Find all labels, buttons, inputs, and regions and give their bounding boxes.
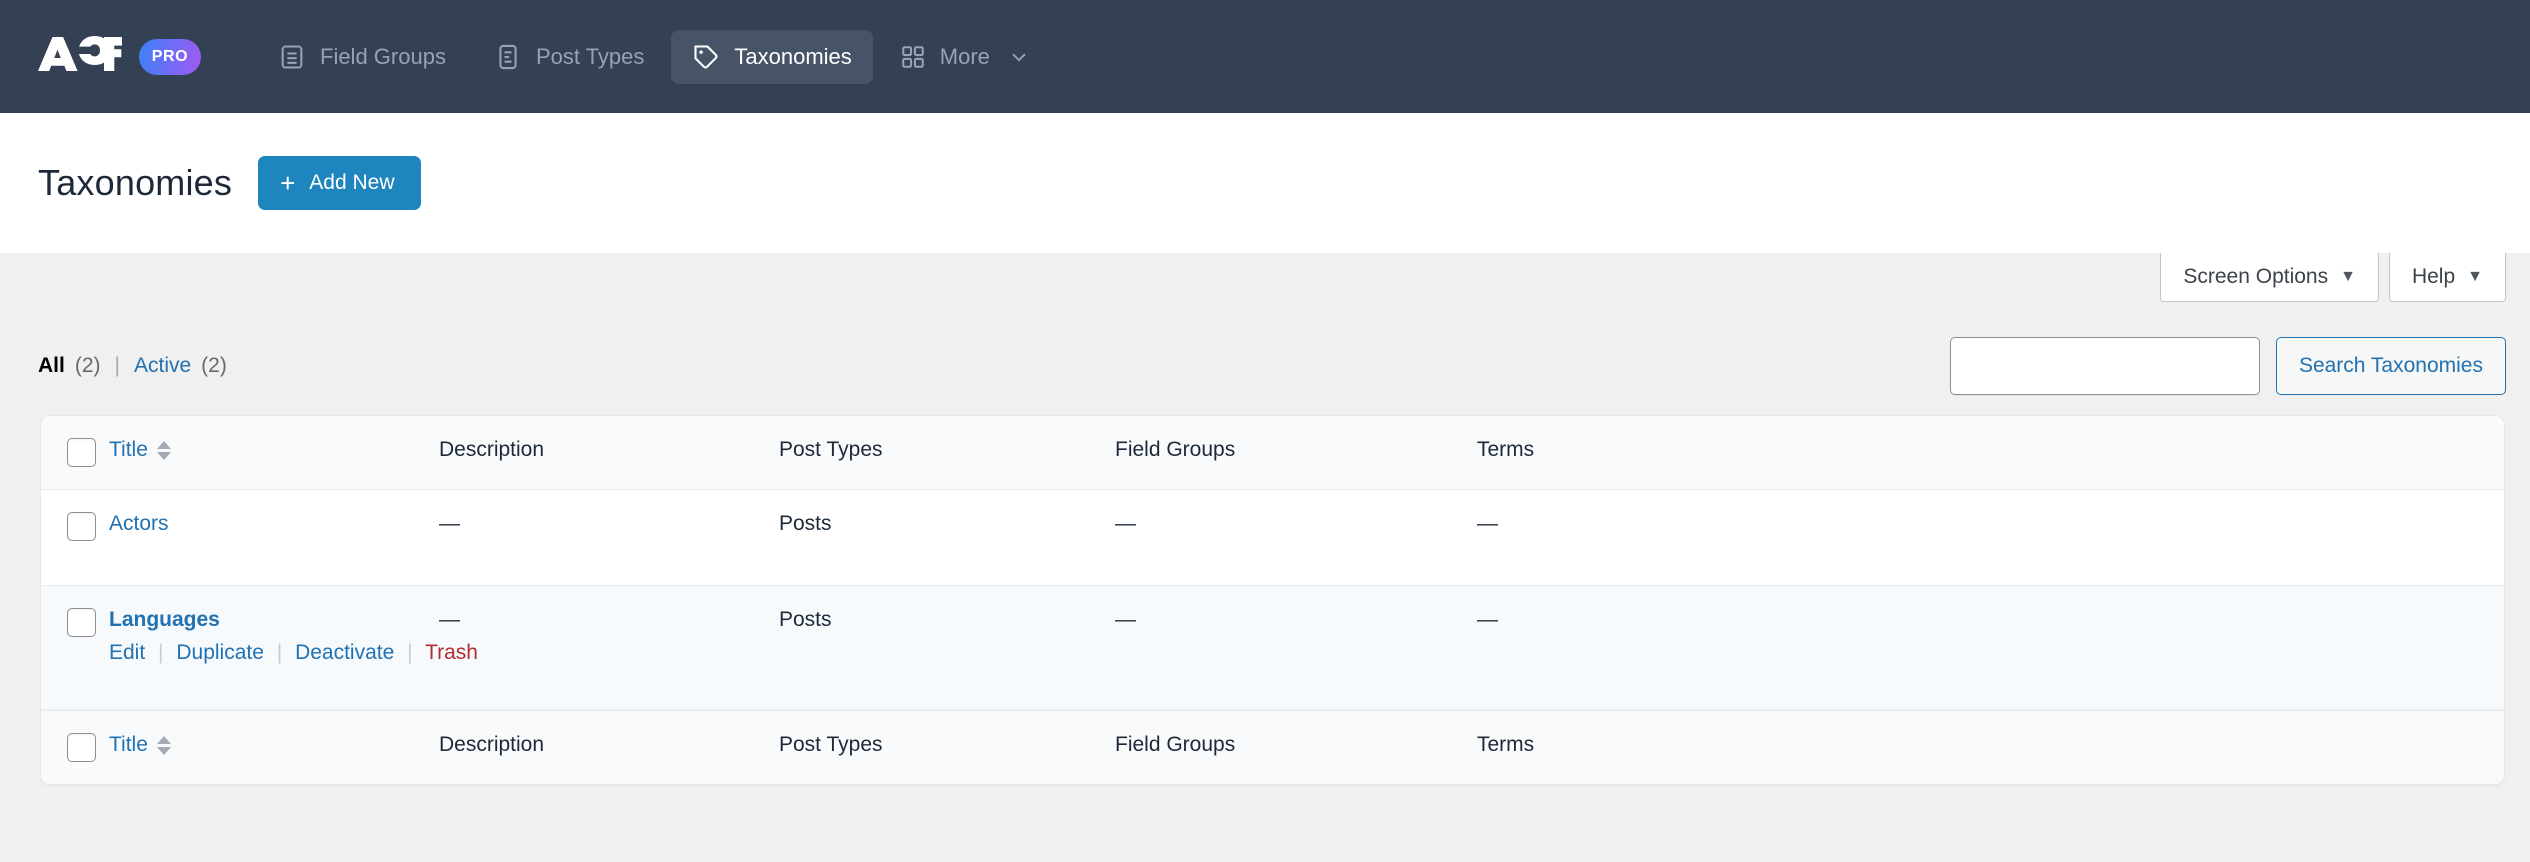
action-separator: | bbox=[407, 641, 413, 664]
filter-active-count: (2) bbox=[201, 354, 227, 377]
column-footer-description: Description bbox=[439, 710, 779, 784]
column-footer-field-groups: Field Groups bbox=[1115, 710, 1477, 784]
search-box: Search Taxonomies bbox=[1949, 337, 2506, 395]
taxonomies-admin-page: PRO Field Groups Post Types Taxonomies M… bbox=[0, 0, 2530, 862]
table-footer-row: Title Description Post Types Field Group… bbox=[41, 710, 2504, 784]
action-separator: | bbox=[158, 641, 164, 664]
sort-title-link-footer[interactable]: Title bbox=[109, 733, 171, 757]
row-description-cell: — bbox=[439, 490, 779, 586]
row-title-cell: Languages Edit | Duplicate | Deactivate … bbox=[109, 586, 478, 710]
nav-item-label: Post Types bbox=[535, 43, 645, 69]
plus-icon: + bbox=[280, 168, 296, 198]
column-label: Title bbox=[109, 733, 148, 756]
grid-icon bbox=[900, 44, 926, 70]
help-button[interactable]: Help ▼ bbox=[2388, 253, 2506, 302]
select-all-checkbox[interactable] bbox=[67, 438, 96, 467]
nav-item-label: More bbox=[939, 43, 990, 69]
column-header-title[interactable]: Title bbox=[109, 416, 439, 490]
status-filter-links: All (2) | Active (2) bbox=[38, 354, 227, 378]
action-separator: | bbox=[276, 641, 283, 664]
acf-logo-icon[interactable] bbox=[38, 36, 122, 77]
chevron-down-icon bbox=[1008, 46, 1030, 68]
column-header-post-types: Post Types bbox=[779, 416, 1115, 490]
row-checkbox[interactable] bbox=[67, 512, 96, 541]
row-terms-cell: — bbox=[1477, 586, 2504, 710]
column-footer-terms: Terms bbox=[1477, 710, 2504, 784]
taxonomy-title-link[interactable]: Languages bbox=[109, 608, 220, 631]
filter-active[interactable]: Active bbox=[134, 354, 191, 378]
column-label: Title bbox=[109, 438, 148, 461]
sort-title-link[interactable]: Title bbox=[109, 438, 171, 462]
filter-separator: | bbox=[114, 354, 120, 377]
column-footer-post-types: Post Types bbox=[779, 710, 1115, 784]
taxonomies-table: Title Description Post Types Field Group… bbox=[40, 415, 2505, 785]
nav-item-field-groups[interactable]: Field Groups bbox=[257, 30, 467, 84]
row-title-cell: Actors bbox=[109, 490, 439, 586]
help-label: Help bbox=[2411, 265, 2456, 288]
row-actions: Edit | Duplicate | Deactivate | Trash bbox=[109, 641, 478, 665]
filter-all-count: (2) bbox=[74, 354, 101, 377]
select-all-footer-header bbox=[41, 710, 109, 784]
row-select-cell bbox=[41, 490, 109, 586]
nav-item-post-types[interactable]: Post Types bbox=[473, 30, 665, 84]
page-titlebar: Taxonomies + Add New bbox=[0, 113, 2530, 253]
nav-item-more[interactable]: More bbox=[879, 31, 1051, 83]
taxonomy-title-link[interactable]: Actors bbox=[109, 512, 169, 535]
filter-all[interactable]: All bbox=[38, 354, 65, 378]
row-action-edit[interactable]: Edit bbox=[109, 641, 145, 664]
screen-options-label: Screen Options bbox=[2183, 265, 2329, 288]
row-checkbox[interactable] bbox=[67, 608, 96, 637]
add-new-label: Add New bbox=[309, 171, 395, 194]
table-foot: Title Description Post Types Field Group… bbox=[41, 710, 2504, 784]
row-field-groups-cell: — bbox=[1115, 490, 1477, 586]
pro-badge: PRO bbox=[139, 38, 201, 75]
row-field-groups-cell: — bbox=[1115, 586, 1477, 710]
screen-options-button[interactable]: Screen Options ▼ bbox=[2160, 253, 2379, 302]
row-description-cell: — bbox=[439, 586, 779, 710]
add-new-button[interactable]: + Add New bbox=[258, 156, 421, 210]
navbar-items: Field Groups Post Types Taxonomies More bbox=[257, 29, 1051, 84]
column-header-terms: Terms bbox=[1477, 416, 2504, 490]
acf-navbar: PRO Field Groups Post Types Taxonomies M… bbox=[0, 0, 2530, 113]
chevron-down-icon: ▼ bbox=[2340, 268, 2356, 285]
row-post-types-cell: Posts bbox=[779, 490, 1115, 586]
select-all-checkbox-footer[interactable] bbox=[67, 733, 96, 762]
nav-item-label: Taxonomies bbox=[734, 43, 852, 69]
table-row[interactable]: Languages Edit | Duplicate | Deactivate … bbox=[41, 586, 2504, 710]
nav-item-label: Field Groups bbox=[320, 43, 446, 69]
table-row[interactable]: Actors — Posts — — bbox=[41, 490, 2504, 586]
row-action-trash[interactable]: Trash bbox=[425, 641, 478, 664]
page-title: Taxonomies bbox=[38, 162, 233, 203]
column-footer-title[interactable]: Title bbox=[109, 710, 439, 784]
row-action-deactivate[interactable]: Deactivate bbox=[295, 641, 394, 664]
table-body: Actors — Posts — — Languages Edit | Dupl… bbox=[41, 490, 2504, 710]
row-terms-cell: — bbox=[1477, 490, 2504, 586]
content-area: Screen Options ▼ Help ▼ All (2) | Active… bbox=[0, 253, 2530, 862]
row-select-cell bbox=[41, 586, 109, 710]
table-head: Title Description Post Types Field Group… bbox=[41, 416, 2504, 490]
filters-row: All (2) | Active (2) Search Taxonomies bbox=[0, 337, 2530, 395]
select-all-header bbox=[41, 416, 109, 490]
column-header-field-groups: Field Groups bbox=[1115, 416, 1477, 490]
search-input[interactable] bbox=[1949, 337, 2260, 395]
row-action-duplicate[interactable]: Duplicate bbox=[176, 641, 264, 664]
brand: PRO bbox=[38, 36, 201, 77]
sort-arrows-icon bbox=[156, 735, 171, 755]
nav-item-taxonomies[interactable]: Taxonomies bbox=[671, 29, 873, 84]
search-taxonomies-button[interactable]: Search Taxonomies bbox=[2275, 337, 2506, 395]
field-groups-icon bbox=[278, 43, 306, 71]
post-types-icon bbox=[494, 43, 522, 71]
table-header-row: Title Description Post Types Field Group… bbox=[41, 416, 2504, 490]
screen-meta-links: Screen Options ▼ Help ▼ bbox=[2150, 253, 2506, 302]
chevron-down-icon: ▼ bbox=[2467, 268, 2483, 285]
column-header-description: Description bbox=[439, 416, 779, 490]
tag-icon bbox=[692, 43, 720, 71]
sort-arrows-icon bbox=[156, 440, 171, 460]
row-post-types-cell: Posts bbox=[779, 586, 1115, 710]
